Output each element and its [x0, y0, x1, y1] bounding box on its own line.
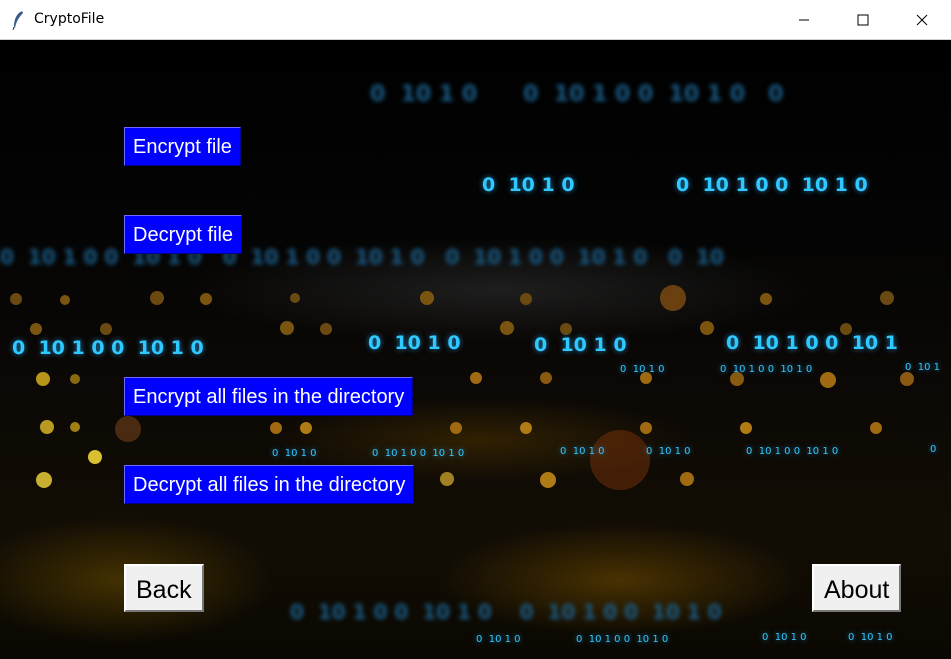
binary-decoration: 0 10 1 0 [476, 634, 521, 645]
decrypt-all-files-button[interactable]: Decrypt all files in the directory [124, 465, 415, 504]
binary-decoration: 0 10 1 0 [482, 174, 575, 196]
binary-decoration: 0 10 1 0 [762, 632, 807, 643]
binary-decoration: 0 10 1 0 [560, 446, 605, 457]
maximize-button[interactable] [834, 0, 892, 39]
binary-decoration: 0 10 1 0 [848, 632, 893, 643]
binary-decoration: 0 10 1 0 [620, 364, 665, 375]
binary-decoration: 0 10 1 0 0 10 1 0 [372, 448, 465, 459]
bokeh-row [0, 285, 951, 315]
back-button[interactable]: Back [124, 564, 204, 612]
minimize-button[interactable] [775, 0, 833, 39]
binary-decoration: 0 10 1 0 0 10 1 0 [576, 634, 669, 645]
binary-decoration: 0 10 1 0 0 10 1 [726, 332, 898, 354]
feather-icon [12, 11, 23, 30]
binary-decoration: 0 10 1 0 0 10 1 0 [720, 364, 813, 375]
binary-decoration: 0 10 1 0 0 10 1 0 0 10 1 0 0 [370, 82, 784, 107]
maximize-icon [857, 14, 869, 25]
title-bar: CryptoFile [0, 0, 951, 40]
close-button[interactable] [893, 0, 951, 39]
decrypt-file-button[interactable]: Decrypt file [124, 215, 243, 254]
binary-decoration: 0 10 1 0 0 10 1 0 0 10 1 0 0 10 1 0 0 10… [0, 245, 724, 269]
binary-decoration: 0 10 1 0 0 10 1 0 [676, 174, 868, 196]
close-icon [916, 14, 928, 25]
binary-decoration: 0 10 1 0 [646, 446, 691, 457]
background-canvas: 0 10 1 0 0 10 1 0 0 10 1 0 0 0 10 1 0 0 … [0, 40, 951, 659]
minimize-icon [799, 19, 809, 20]
about-button[interactable]: About [812, 564, 902, 612]
binary-decoration: 0 10 1 0 0 10 1 0 0 10 1 0 0 10 1 0 [290, 600, 722, 624]
binary-decoration: 0 10 1 0 0 10 1 0 [12, 337, 204, 359]
binary-decoration: 0 10 1 0 [368, 332, 461, 354]
binary-decoration: 0 [930, 444, 937, 455]
binary-decoration: 0 10 1 0 0 10 1 0 [746, 446, 839, 457]
binary-decoration: 0 10 1 0 [272, 448, 317, 459]
binary-decoration: 0 10 1 [905, 362, 940, 373]
encrypt-all-files-button[interactable]: Encrypt all files in the directory [124, 377, 414, 416]
window-title: CryptoFile [34, 11, 105, 27]
encrypt-file-button[interactable]: Encrypt file [124, 127, 241, 166]
binary-decoration: 0 10 1 0 [534, 334, 627, 356]
